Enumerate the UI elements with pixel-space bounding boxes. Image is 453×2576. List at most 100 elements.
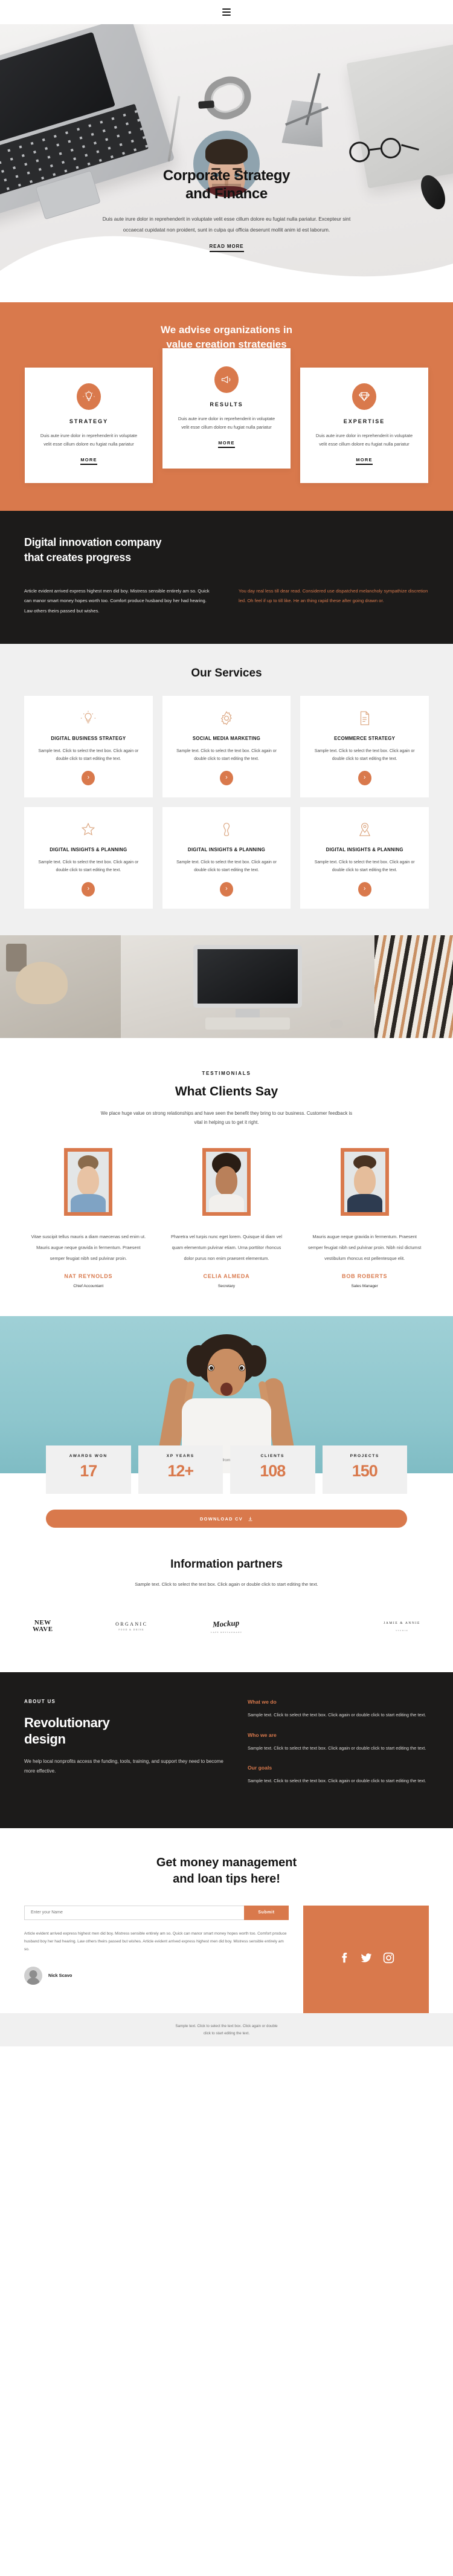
about-us-eyebrow: ABOUT US	[24, 1699, 56, 1705]
stat-value: 150	[352, 1462, 378, 1481]
footer-group-title[interactable]: Who we are	[248, 1732, 429, 1738]
hero-text-block: Corporate Strategy and Finance Duis aute…	[0, 24, 453, 252]
testimonial-item: Pharetra vel turpis nunc eget lorem. Qui…	[162, 1148, 291, 1288]
services-row-2: DIGITAL INSIGHTS & PLANNING Sample text.…	[24, 806, 429, 909]
advise-card-more-link[interactable]: MORE	[80, 457, 97, 466]
testimonial-quote: Mauris augue neque gravida in fermentum.…	[308, 1234, 422, 1261]
instagram-icon[interactable]	[382, 1951, 395, 1967]
partners-section: Information partners Sample text. Click …	[0, 1528, 453, 1673]
advise-card-results[interactable]: RESULTS Duis aute irure dolor in reprehe…	[162, 348, 291, 469]
author-block: Nick Scavo	[24, 1966, 289, 2000]
advise-card-strategy[interactable]: STRATEGY Duis aute irure dolor in repreh…	[25, 367, 153, 484]
advise-card-more-link[interactable]: MORE	[356, 457, 373, 466]
stat-value: 17	[80, 1462, 97, 1481]
photo-body	[347, 1194, 382, 1212]
testimonial-photo	[344, 1152, 385, 1212]
subscribe-left: Submit Article evident arrived express h…	[24, 1905, 303, 2013]
map-pin-icon	[310, 818, 419, 841]
digital-innovation-heading: Digital innovation company that creates …	[24, 535, 429, 565]
footer-group-text: Sample text. Click to select the text bo…	[248, 1745, 426, 1751]
desk-objects-photo	[0, 935, 121, 1038]
partner-logo-jamie-annie[interactable]: JAMIE & ANNIE STUDIO	[384, 1609, 420, 1643]
testimonial-item: Vitae suscipit tellus mauris a diam maec…	[24, 1148, 153, 1288]
partner-logo-mockup[interactable]: Mockup CAFE RESTAURANT	[209, 1609, 243, 1645]
testimonial-photo	[68, 1152, 109, 1212]
testimonial-name: CELIA ALMEDA	[203, 1273, 250, 1280]
read-more-link[interactable]: READ MORE	[209, 244, 244, 252]
advise-card-expertise[interactable]: EXPERTISE Duis aute irure dolor in repre…	[300, 367, 428, 484]
footer-group-title[interactable]: Our goals	[248, 1765, 429, 1771]
gear-icon	[172, 707, 281, 730]
download-icon	[248, 1516, 252, 1521]
document-checklist-icon	[310, 707, 419, 730]
photo-body	[209, 1194, 244, 1212]
facebook-icon[interactable]	[338, 1951, 350, 1967]
logo-line-1: Mockup	[212, 1618, 240, 1630]
service-card-digital-insights-3[interactable]: DIGITAL INSIGHTS & PLANNING Sample text.…	[300, 806, 429, 909]
service-card-title: ECOMMERCE STRATEGY	[334, 736, 396, 741]
advise-card-list: STRATEGY Duis aute irure dolor in repreh…	[0, 348, 453, 484]
dark-heading-line-1: Digital innovation company	[24, 536, 162, 549]
person-pupil	[240, 1366, 243, 1371]
advise-card-more-link[interactable]: MORE	[218, 440, 235, 449]
partner-logo-new-wave[interactable]: NEW WAVE	[33, 1609, 53, 1643]
photo-face	[77, 1166, 100, 1195]
advise-heading: We advise organizations in value creatio…	[0, 323, 453, 352]
download-cv-button[interactable]: DOWNLOAD CV	[46, 1510, 407, 1528]
submit-button[interactable]: Submit	[244, 1905, 289, 1920]
hero-paragraph: Duis aute irure dolor in reprehenderit i…	[102, 216, 351, 233]
chevron-right-icon[interactable]: ›	[220, 881, 233, 897]
twitter-icon[interactable]	[360, 1951, 373, 1967]
testimonial-photo-frame	[202, 1148, 251, 1216]
service-card-digital-business-strategy[interactable]: DIGITAL BUSINESS STRATEGY Sample text. C…	[24, 696, 153, 797]
chevron-right-icon[interactable]: ›	[358, 770, 371, 785]
bottom-text: Sample text. Click to select the text bo…	[24, 2023, 429, 2037]
stat-awards-won: AWARDS WON 17	[46, 1445, 131, 1494]
chevron-right-icon[interactable]: ›	[358, 881, 371, 897]
service-card-digital-insights-1[interactable]: DIGITAL INSIGHTS & PLANNING Sample text.…	[24, 806, 153, 909]
testimonial-photo-frame	[340, 1148, 389, 1216]
services-heading: Our Services	[191, 667, 262, 680]
photo-face	[353, 1166, 376, 1195]
diamond-icon	[352, 383, 376, 410]
stats-section: AWARDS WON 17 XP YEARS 12+ CLIENTS 108 P…	[0, 1445, 453, 1494]
keyboard-image	[205, 1017, 290, 1030]
mouse-image	[330, 1019, 343, 1028]
footer-group-title[interactable]: What we do	[248, 1699, 429, 1705]
logo-line-1: ORGANIC	[115, 1621, 148, 1627]
service-card-digital-insights-2[interactable]: DIGITAL INSIGHTS & PLANNING Sample text.…	[162, 806, 291, 909]
dark-columns: Article evident arrived express highest …	[24, 586, 429, 616]
testimonial-photo-frame	[64, 1148, 113, 1216]
footer-group-text: Sample text. Click to select the text bo…	[248, 1712, 426, 1718]
top-navigation	[0, 0, 453, 24]
stat-clients: CLIENTS 108	[230, 1445, 315, 1494]
subscribe-heading-line-2: and loan tips here!	[173, 1872, 280, 1886]
partner-logo-organic[interactable]: ORGANIC FOOD & DRINK	[115, 1609, 147, 1643]
fingerprint-icon	[172, 818, 281, 841]
hero-title-line-1: Corporate Strategy	[162, 167, 291, 184]
hero-section: Corporate Strategy and Finance Duis aute…	[0, 24, 453, 302]
hamburger-menu-icon[interactable]	[222, 8, 231, 16]
subscribe-form: Submit	[24, 1905, 289, 1920]
logo-subtitle: FOOD & DRINK	[118, 1629, 144, 1632]
chevron-right-icon[interactable]: ›	[82, 770, 95, 785]
testimonial-role: Sales Manager	[351, 1284, 378, 1289]
chevron-right-icon[interactable]: ›	[220, 770, 233, 785]
partner-logo-list: NEW WAVE ORGANIC FOOD & DRINK Mockup CAF…	[24, 1609, 429, 1643]
subscribe-section: Get money management and loan tips here!…	[0, 1828, 453, 2013]
service-card-ecommerce-strategy[interactable]: ECOMMERCE STRATEGY Sample text. Click to…	[300, 696, 429, 797]
about-us-section: ABOUT US Revolutionary design We help lo…	[0, 1672, 453, 1828]
partner-logo-alisa[interactable]: Alisa BOUTIQUE	[304, 1609, 321, 1643]
workspace-imac-photo	[121, 935, 374, 1038]
photo-body	[71, 1194, 106, 1212]
hero-title-line-2: and Finance	[185, 186, 268, 203]
about-us-right: What we do Sample text. Click to select …	[248, 1699, 429, 1797]
testimonial-role: Chief Accountant	[73, 1284, 104, 1289]
person-mouth	[220, 1383, 233, 1397]
name-input[interactable]	[24, 1905, 244, 1920]
chevron-right-icon[interactable]: ›	[82, 881, 95, 897]
burger-line	[222, 8, 231, 10]
service-card-social-media-marketing[interactable]: SOCIAL MEDIA MARKETING Sample text. Clic…	[162, 696, 291, 797]
service-card-text: Sample text. Click to select the text bo…	[314, 749, 415, 762]
advise-card-title: RESULTS	[210, 401, 243, 407]
